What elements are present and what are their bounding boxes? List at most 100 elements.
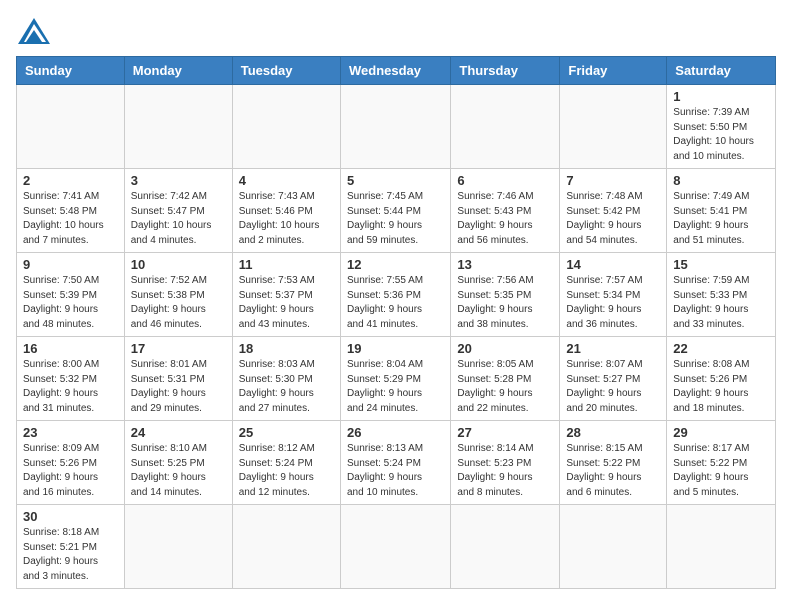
week-row: 1Sunrise: 7:39 AM Sunset: 5:50 PM Daylig…	[17, 85, 776, 169]
calendar-cell: 13Sunrise: 7:56 AM Sunset: 5:35 PM Dayli…	[451, 253, 560, 337]
calendar-cell: 29Sunrise: 8:17 AM Sunset: 5:22 PM Dayli…	[667, 421, 776, 505]
week-row: 23 Sunrise: 8:09 AM Sunset: 5:26 PM Dayli…	[17, 421, 776, 505]
day-info: Sunrise: 7:59 AM Sunset: 5:33 PM Dayligh…	[673, 274, 769, 332]
calendar-cell: 14Sunrise: 7:57 AM Sunset: 5:34 PM Dayli…	[560, 253, 667, 337]
day-info: Sunrise: 7:55 AM Sunset: 5:36 PM Dayligh…	[347, 274, 444, 332]
day-number: 20	[457, 341, 553, 356]
calendar-cell: 20 Sunrise: 8:05 AM Sunset: 5:28 PM Dayli…	[451, 337, 560, 421]
day-info: Sunrise: 8:03 AM Sunset: 5:30 PM Dayligh…	[239, 358, 334, 416]
day-info: Sunrise: 8:01 AM Sunset: 5:31 PM Dayligh…	[131, 358, 226, 416]
calendar-cell: 22 Sunrise: 8:08 AM Sunset: 5:26 PM Dayli…	[667, 337, 776, 421]
day-number: 21	[566, 341, 660, 356]
day-number: 9	[23, 257, 118, 272]
day-info: Sunrise: 7:45 AM Sunset: 5:44 PM Dayligh…	[347, 190, 444, 248]
logo	[16, 16, 56, 46]
day-number: 22	[673, 341, 769, 356]
calendar-cell	[340, 505, 450, 589]
calendar-cell: 18Sunrise: 8:03 AM Sunset: 5:30 PM Dayli…	[232, 337, 340, 421]
day-number: 19	[347, 341, 444, 356]
day-number: 14	[566, 257, 660, 272]
week-row: 9 Sunrise: 7:50 AM Sunset: 5:39 PM Daylig…	[17, 253, 776, 337]
day-number: 25	[239, 425, 334, 440]
day-number: 16	[23, 341, 118, 356]
day-info: Sunrise: 8:08 AM Sunset: 5:26 PM Dayligh…	[673, 358, 769, 416]
day-info: Sunrise: 8:14 AM Sunset: 5:23 PM Dayligh…	[457, 442, 553, 500]
calendar-cell: 5 Sunrise: 7:45 AM Sunset: 5:44 PM Daylig…	[340, 169, 450, 253]
calendar-cell	[451, 505, 560, 589]
calendar-cell: 10 Sunrise: 7:52 AM Sunset: 5:38 PM Dayli…	[124, 253, 232, 337]
week-row: 30Sunrise: 8:18 AM Sunset: 5:21 PM Dayli…	[17, 505, 776, 589]
weekday-header: Thursday	[451, 57, 560, 85]
day-info: Sunrise: 7:46 AM Sunset: 5:43 PM Dayligh…	[457, 190, 553, 248]
day-info: Sunrise: 7:48 AM Sunset: 5:42 PM Dayligh…	[566, 190, 660, 248]
calendar-cell	[124, 85, 232, 169]
day-info: Sunrise: 7:43 AM Sunset: 5:46 PM Dayligh…	[239, 190, 334, 248]
day-info: Sunrise: 7:39 AM Sunset: 5:50 PM Dayligh…	[673, 106, 769, 164]
week-row: 2 Sunrise: 7:41 AM Sunset: 5:48 PM Daylig…	[17, 169, 776, 253]
day-number: 27	[457, 425, 553, 440]
calendar-cell: 16 Sunrise: 8:00 AM Sunset: 5:32 PM Dayli…	[17, 337, 125, 421]
day-info: Sunrise: 7:50 AM Sunset: 5:39 PM Dayligh…	[23, 274, 118, 332]
calendar-cell	[560, 85, 667, 169]
day-number: 23	[23, 425, 118, 440]
weekday-header-row: SundayMondayTuesdayWednesdayThursdayFrid…	[17, 57, 776, 85]
day-info: Sunrise: 7:42 AM Sunset: 5:47 PM Dayligh…	[131, 190, 226, 248]
calendar-cell: 9 Sunrise: 7:50 AM Sunset: 5:39 PM Daylig…	[17, 253, 125, 337]
calendar-cell: 26Sunrise: 8:13 AM Sunset: 5:24 PM Dayli…	[340, 421, 450, 505]
day-number: 28	[566, 425, 660, 440]
calendar-cell	[667, 505, 776, 589]
calendar-cell: 19 Sunrise: 8:04 AM Sunset: 5:29 PM Dayli…	[340, 337, 450, 421]
calendar-cell: 7 Sunrise: 7:48 AM Sunset: 5:42 PM Daylig…	[560, 169, 667, 253]
day-info: Sunrise: 8:10 AM Sunset: 5:25 PM Dayligh…	[131, 442, 226, 500]
day-info: Sunrise: 7:52 AM Sunset: 5:38 PM Dayligh…	[131, 274, 226, 332]
calendar-cell: 2 Sunrise: 7:41 AM Sunset: 5:48 PM Daylig…	[17, 169, 125, 253]
calendar-cell: 17 Sunrise: 8:01 AM Sunset: 5:31 PM Dayli…	[124, 337, 232, 421]
logo-icon	[16, 16, 52, 46]
day-number: 13	[457, 257, 553, 272]
day-number: 4	[239, 173, 334, 188]
day-number: 2	[23, 173, 118, 188]
day-info: Sunrise: 7:53 AM Sunset: 5:37 PM Dayligh…	[239, 274, 334, 332]
weekday-header: Tuesday	[232, 57, 340, 85]
day-number: 7	[566, 173, 660, 188]
calendar-cell: 21 Sunrise: 8:07 AM Sunset: 5:27 PM Dayli…	[560, 337, 667, 421]
day-number: 26	[347, 425, 444, 440]
calendar-cell	[340, 85, 450, 169]
calendar-cell	[232, 85, 340, 169]
weekday-header: Saturday	[667, 57, 776, 85]
day-info: Sunrise: 8:05 AM Sunset: 5:28 PM Dayligh…	[457, 358, 553, 416]
day-number: 17	[131, 341, 226, 356]
day-number: 10	[131, 257, 226, 272]
day-info: Sunrise: 8:15 AM Sunset: 5:22 PM Dayligh…	[566, 442, 660, 500]
calendar-cell: 12 Sunrise: 7:55 AM Sunset: 5:36 PM Dayli…	[340, 253, 450, 337]
day-number: 11	[239, 257, 334, 272]
weekday-header: Monday	[124, 57, 232, 85]
week-row: 16 Sunrise: 8:00 AM Sunset: 5:32 PM Dayli…	[17, 337, 776, 421]
day-info: Sunrise: 8:09 AM Sunset: 5:26 PM Dayligh…	[23, 442, 118, 500]
day-info: Sunrise: 8:04 AM Sunset: 5:29 PM Dayligh…	[347, 358, 444, 416]
day-info: Sunrise: 8:00 AM Sunset: 5:32 PM Dayligh…	[23, 358, 118, 416]
page-header	[16, 16, 776, 46]
calendar-cell: 1Sunrise: 7:39 AM Sunset: 5:50 PM Daylig…	[667, 85, 776, 169]
day-info: Sunrise: 7:49 AM Sunset: 5:41 PM Dayligh…	[673, 190, 769, 248]
day-info: Sunrise: 7:41 AM Sunset: 5:48 PM Dayligh…	[23, 190, 118, 248]
day-info: Sunrise: 8:12 AM Sunset: 5:24 PM Dayligh…	[239, 442, 334, 500]
calendar-cell: 25 Sunrise: 8:12 AM Sunset: 5:24 PM Dayli…	[232, 421, 340, 505]
weekday-header: Sunday	[17, 57, 125, 85]
day-number: 3	[131, 173, 226, 188]
calendar-cell: 30Sunrise: 8:18 AM Sunset: 5:21 PM Dayli…	[17, 505, 125, 589]
day-info: Sunrise: 8:17 AM Sunset: 5:22 PM Dayligh…	[673, 442, 769, 500]
calendar-cell: 24Sunrise: 8:10 AM Sunset: 5:25 PM Dayli…	[124, 421, 232, 505]
day-number: 15	[673, 257, 769, 272]
calendar-cell: 23 Sunrise: 8:09 AM Sunset: 5:26 PM Dayli…	[17, 421, 125, 505]
day-number: 5	[347, 173, 444, 188]
calendar-cell: 3 Sunrise: 7:42 AM Sunset: 5:47 PM Daylig…	[124, 169, 232, 253]
calendar: SundayMondayTuesdayWednesdayThursdayFrid…	[16, 56, 776, 589]
day-number: 30	[23, 509, 118, 524]
calendar-cell: 6Sunrise: 7:46 AM Sunset: 5:43 PM Daylig…	[451, 169, 560, 253]
calendar-cell	[124, 505, 232, 589]
day-info: Sunrise: 8:07 AM Sunset: 5:27 PM Dayligh…	[566, 358, 660, 416]
day-number: 12	[347, 257, 444, 272]
calendar-cell	[451, 85, 560, 169]
calendar-cell	[17, 85, 125, 169]
